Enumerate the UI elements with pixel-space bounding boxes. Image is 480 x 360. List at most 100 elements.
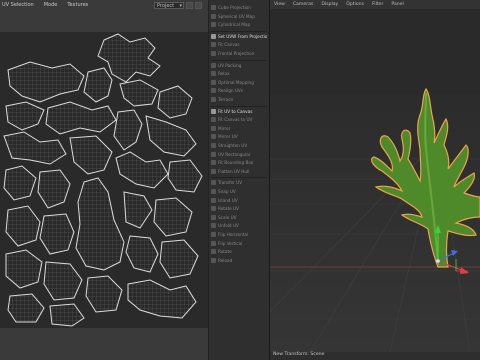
chevron-down-icon: ▾ — [179, 3, 182, 9]
tool-item[interactable]: Spherical UV Map — [211, 13, 267, 20]
tool-item[interactable]: Rotate UV — [211, 205, 267, 212]
tool-item[interactable]: Fit Bounding Box — [211, 159, 267, 166]
menu-view[interactable]: View — [274, 0, 285, 9]
tool-icon — [211, 257, 216, 263]
3d-viewport[interactable]: View Cameras Display Options Filter Pane… — [270, 0, 480, 360]
tool-icon — [211, 42, 216, 48]
tool-icon — [211, 62, 216, 68]
tool-label: Frontal Projection — [218, 51, 255, 56]
menu-options[interactable]: Options — [346, 0, 364, 9]
tool-item[interactable]: Cylindrical Map — [211, 21, 267, 28]
tool-label: Flip Vertical — [218, 240, 243, 246]
tool-icon — [211, 189, 216, 194]
tool-icon — [211, 134, 216, 140]
tool-item[interactable]: Transfer UV — [211, 179, 267, 186]
tool-icon — [211, 125, 216, 131]
gizmo-center[interactable] — [436, 259, 440, 263]
tool-icon — [211, 197, 216, 203]
tool-label: Reload — [218, 257, 233, 263]
tool-label: Snap UV — [218, 189, 236, 194]
uv-island — [43, 261, 83, 301]
projection-dropdown[interactable]: Project ▾ — [154, 2, 184, 9]
tool-item[interactable]: Cube Projection — [211, 4, 267, 11]
tool-separator — [211, 105, 267, 107]
tool-icon — [211, 180, 216, 186]
uv-island — [115, 151, 169, 189]
tool-item[interactable]: Set UVW From Projection — [211, 33, 267, 40]
tool-label: Scale UV — [218, 214, 237, 220]
tool-item[interactable]: Unfold UV — [211, 222, 267, 229]
tool-icon — [211, 232, 216, 237]
menu-panel[interactable]: Panel — [391, 0, 403, 9]
lock-icon[interactable] — [186, 2, 193, 9]
menu-textures[interactable]: Textures — [67, 0, 88, 10]
tool-icon — [211, 97, 216, 102]
uv-island — [167, 159, 203, 193]
uv-island — [159, 239, 199, 279]
tool-item[interactable]: Straighten UV — [211, 142, 267, 149]
tool-icon — [211, 223, 216, 229]
menu-cameras[interactable]: Cameras — [293, 0, 313, 9]
tool-label: Spherical UV Map — [218, 13, 255, 19]
uv-island — [3, 165, 37, 201]
tool-label: Fit Bounding Box — [218, 160, 254, 166]
tool-item[interactable]: Relax — [211, 70, 267, 77]
tool-icon — [211, 33, 216, 39]
tool-item[interactable]: Fit UV to Canvas — [211, 108, 267, 115]
tool-item[interactable]: Scale UV — [211, 214, 267, 221]
tool-item[interactable]: Terrace — [211, 96, 267, 103]
uv-island — [85, 275, 123, 313]
uv-canvas[interactable] — [0, 32, 208, 328]
viewport-scene — [270, 9, 480, 352]
tool-label: Flatten UV Hull — [218, 168, 250, 174]
tool-item[interactable]: Optimal Mapping — [211, 79, 267, 86]
tool-item[interactable]: Flip Horizontal — [211, 231, 267, 238]
tool-item[interactable]: Snap UV — [211, 188, 267, 195]
uv-island — [125, 235, 159, 273]
tool-item[interactable]: Frontal Projection — [211, 50, 267, 57]
tool-separator — [211, 30, 267, 32]
tool-label: Fit Canvas to UV — [218, 117, 253, 123]
grid-icon[interactable] — [195, 2, 202, 9]
tool-item[interactable]: Mirror UV — [211, 133, 267, 140]
uv-island — [49, 303, 85, 327]
tool-label: Flip Horizontal — [218, 232, 249, 237]
tool-item[interactable]: Flip Vertical — [211, 240, 267, 247]
tool-label: Relax — [218, 71, 230, 77]
uv-tool-list: Cube Projection Spherical UV Map Cylindric… — [208, 0, 270, 360]
tool-item[interactable]: Mirror — [211, 125, 267, 132]
tool-item[interactable]: Fit Canvas — [211, 41, 267, 48]
tool-item[interactable]: UV Rectangular — [211, 151, 267, 158]
tool-icon — [211, 214, 216, 220]
menu-uv-selection[interactable]: UV Selection — [2, 0, 34, 10]
uv-island — [5, 205, 41, 247]
viewport-menubar: View Cameras Display Options Filter Pane… — [270, 0, 480, 9]
menu-display[interactable]: Display — [321, 0, 338, 9]
tool-label: UV Rectangular — [218, 151, 251, 157]
tool-icon — [211, 108, 216, 114]
tool-item[interactable]: Realign UVs — [211, 87, 267, 94]
tool-label: Transfer UV — [218, 180, 243, 186]
tool-item[interactable]: Island UV — [211, 197, 267, 204]
uv-menubar: UV Selection Mode Textures — [0, 0, 88, 10]
tool-label: Realign UVs — [218, 88, 243, 94]
tool-item[interactable]: UV Packing — [211, 62, 267, 69]
uv-island — [39, 213, 75, 255]
tool-item[interactable]: Rotate — [211, 248, 267, 255]
uv-island — [113, 109, 143, 151]
uv-island — [3, 131, 67, 165]
menu-mode[interactable]: Mode — [44, 0, 58, 10]
uv-island — [37, 169, 71, 209]
uv-island — [127, 279, 197, 319]
uv-island — [119, 79, 159, 107]
tool-item[interactable]: Flatten UV Hull — [211, 168, 267, 175]
tool-icon — [211, 51, 216, 56]
uv-islands-svg — [3, 33, 203, 327]
uv-island — [145, 115, 197, 157]
tool-item[interactable]: Reload — [211, 257, 267, 264]
tool-icon — [211, 22, 216, 28]
tool-item[interactable]: Fit Canvas to UV — [211, 116, 267, 123]
tool-icon — [211, 79, 216, 85]
menu-filter[interactable]: Filter — [372, 0, 383, 9]
tool-label: Cylindrical Map — [218, 22, 251, 28]
